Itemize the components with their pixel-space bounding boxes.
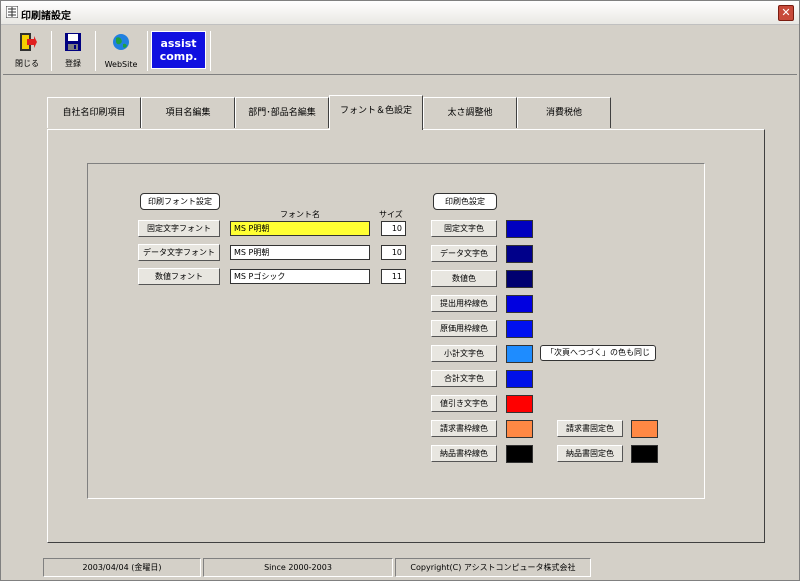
title-bar: 印刷諸設定 ✕ (1, 1, 799, 25)
numeric-font-field[interactable]: MS Pゴシック (230, 269, 370, 284)
floppy-disk-icon (65, 33, 81, 51)
color-swatch-8[interactable] (506, 420, 533, 438)
close-button-label: 閉じる (15, 59, 39, 68)
fixed-text-font-button[interactable]: 固定文字フォント (138, 220, 220, 237)
data-text-size-field[interactable]: 10 (381, 245, 406, 260)
size-header: サイズ (379, 210, 403, 219)
website-button-label: WebSite (104, 60, 138, 69)
color-swatch-2[interactable] (506, 270, 533, 288)
invoice-fixed-color-button[interactable]: 請求書固定色 (557, 420, 623, 437)
logo-line2: comp. (159, 50, 198, 63)
app-icon (6, 6, 18, 18)
tab-thickness-adjust[interactable]: 太さ調整他 (423, 97, 517, 128)
toolbar-separator (147, 31, 148, 71)
color-button-3[interactable]: 提出用枠線色 (431, 295, 497, 312)
numeric-font-button[interactable]: 数値フォント (138, 268, 220, 285)
door-exit-icon (20, 33, 37, 51)
tab-font-color-settings[interactable]: フォント＆色設定 (329, 95, 423, 130)
website-button[interactable]: WebSite (99, 29, 143, 71)
tab-item-name-edit[interactable]: 項目名編集 (141, 97, 235, 128)
tab-consumption-tax[interactable]: 消費税他 (517, 97, 611, 128)
print-color-group-label: 印刷色設定 (433, 193, 497, 210)
color-swatch-6[interactable] (506, 370, 533, 388)
font-name-header: フォント名 (280, 210, 320, 219)
color-button-1[interactable]: データ文字色 (431, 245, 497, 262)
app-window: 印刷諸設定 ✕ 閉じる 登録 WebSite assist comp. 自社名印… (0, 0, 800, 581)
window-title: 印刷諸設定 (21, 11, 71, 22)
color-button-8[interactable]: 請求書枠線色 (431, 420, 497, 437)
color-button-0[interactable]: 固定文字色 (431, 220, 497, 237)
data-text-font-button[interactable]: データ文字フォント (138, 244, 220, 261)
assist-comp-logo[interactable]: assist comp. (151, 31, 206, 69)
data-text-font-field[interactable]: MS P明朝 (230, 245, 370, 260)
fixed-text-size-field[interactable]: 10 (381, 221, 406, 236)
status-copyright: Copyright(C) アシストコンピュータ株式会社 (395, 558, 591, 577)
register-button[interactable]: 登録 (55, 29, 91, 71)
numeric-size-field[interactable]: 11 (381, 269, 406, 284)
toolbar-separator (210, 31, 211, 71)
invoice-fixed-color-swatch[interactable] (631, 420, 658, 438)
color-swatch-4[interactable] (506, 320, 533, 338)
subtotal-note: 「次頁へつづく」の色も同じ (540, 345, 656, 361)
tab-dept-part-name-edit[interactable]: 部門･部品名編集 (235, 97, 329, 128)
color-button-4[interactable]: 原価用枠線色 (431, 320, 497, 337)
color-swatch-9[interactable] (506, 445, 533, 463)
print-font-group-label: 印刷フォント設定 (140, 193, 220, 210)
color-swatch-1[interactable] (506, 245, 533, 263)
fixed-text-font-field[interactable]: MS P明朝 (230, 221, 370, 236)
color-swatch-5[interactable] (506, 345, 533, 363)
toolbar-separator (51, 31, 52, 71)
color-button-9[interactable]: 納品書枠線色 (431, 445, 497, 462)
status-bar: 2003/04/04 (金曜日) Since 2000-2003 Copyrig… (3, 557, 799, 579)
register-button-label: 登録 (65, 59, 81, 68)
delivery-fixed-color-button[interactable]: 納品書固定色 (557, 445, 623, 462)
globe-icon (113, 34, 129, 50)
toolbar-separator (95, 31, 96, 71)
color-button-5[interactable]: 小計文字色 (431, 345, 497, 362)
color-swatch-7[interactable] (506, 395, 533, 413)
window-close-button[interactable]: ✕ (778, 5, 794, 21)
close-button[interactable]: 閉じる (7, 29, 47, 71)
tab-company-print-items[interactable]: 自社名印刷項目 (47, 97, 141, 128)
color-button-7[interactable]: 値引き文字色 (431, 395, 497, 412)
toolbar: 閉じる 登録 WebSite assist comp. (3, 27, 797, 75)
color-button-6[interactable]: 合計文字色 (431, 370, 497, 387)
color-swatch-3[interactable] (506, 295, 533, 313)
status-since: Since 2000-2003 (203, 558, 393, 577)
color-button-2[interactable]: 数値色 (431, 270, 497, 287)
logo-line1: assist (160, 37, 197, 50)
color-swatch-0[interactable] (506, 220, 533, 238)
delivery-fixed-color-swatch[interactable] (631, 445, 658, 463)
status-date: 2003/04/04 (金曜日) (43, 558, 201, 577)
